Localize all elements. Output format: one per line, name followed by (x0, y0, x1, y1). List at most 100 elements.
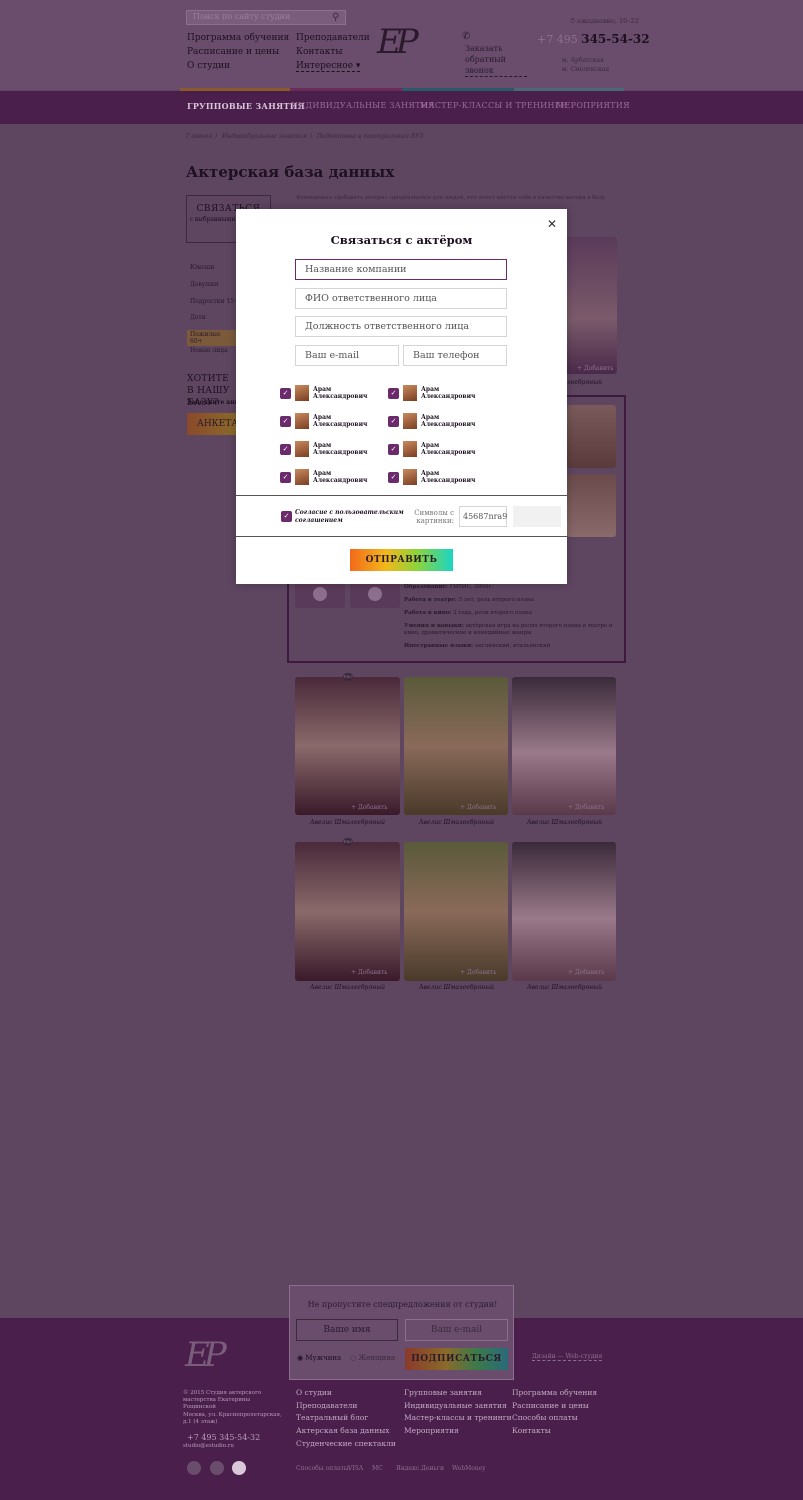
add-button[interactable]: + Добавить (568, 804, 605, 811)
add-button[interactable]: + Добавить (351, 969, 388, 976)
add-button[interactable]: + Добавить (460, 804, 497, 811)
facebook-icon[interactable] (210, 1461, 224, 1475)
actor-caption: Авелис Шмалеебряный (309, 819, 386, 826)
anketa-button[interactable]: АНКЕТА (187, 413, 238, 435)
footer-link[interactable]: О студии (296, 1388, 332, 1397)
footer-email[interactable]: studio@estudio.ru (183, 1443, 234, 1450)
selected-actor-item[interactable]: ✓ Арам Александрович (280, 413, 380, 431)
actor-photo[interactable] (512, 677, 616, 815)
add-button[interactable]: + Добавить (577, 365, 614, 372)
nav-link-schedule[interactable]: Расписание и цены (187, 47, 279, 57)
fio-input[interactable]: ФИО ответственного лица (295, 288, 507, 309)
send-button[interactable]: ОТПРАВИТЬ (350, 549, 453, 571)
gender-male-radio[interactable]: ◉ Мужчина (297, 1354, 341, 1362)
footer-link[interactable]: Театральный блог (296, 1413, 368, 1422)
category-item[interactable]: Дети (190, 314, 206, 321)
selected-actor-item[interactable]: ✓ Арам Александрович (388, 469, 488, 487)
captcha-label: Символы с картинки: (414, 509, 454, 525)
selected-actor-item[interactable]: ✓ Арам Александрович (280, 385, 380, 403)
captcha-input[interactable]: 45687nra9 (459, 506, 507, 527)
actor-thumb[interactable] (567, 405, 616, 468)
selected-actor-item[interactable]: ✓ Арам Александрович (388, 441, 488, 459)
category-item[interactable]: Подростки 15+ (190, 298, 239, 305)
contact-actor-modal: Связаться с актёром ✕ Название компании … (236, 209, 567, 584)
footer-link[interactable]: Контакты (512, 1426, 551, 1435)
add-button[interactable]: + Добавить (460, 969, 497, 976)
search-input[interactable]: Поиск по сайту студии (186, 10, 346, 25)
position-input[interactable]: Должность ответственного лица (295, 316, 507, 337)
add-button[interactable]: + Добавить (351, 804, 388, 811)
agree-label[interactable]: Согласие с пользовательским соглашением (295, 509, 405, 525)
actor-photo[interactable] (295, 677, 400, 815)
footer-link[interactable]: Способы оплаты (512, 1413, 578, 1422)
search-icon[interactable]: ⚲ (332, 12, 339, 23)
footer-link[interactable]: Групповые занятия (404, 1388, 482, 1397)
tab-events[interactable]: МЕРОПРИЯТИЯ (556, 101, 630, 110)
actor-checkbox[interactable]: ✓ (280, 472, 291, 483)
nav-link-interesting[interactable]: Интересное ▾ (296, 61, 361, 72)
category-item-active[interactable]: Пожилые 60+ (187, 330, 237, 346)
subscribe-email-input[interactable]: Ваш e-mail (405, 1319, 508, 1341)
close-icon[interactable]: ✕ (547, 217, 557, 231)
selected-actor-item[interactable]: ✓ Арам Александрович (280, 469, 380, 487)
intro-text: Функционал «добавить актера» предназначе… (296, 195, 605, 201)
footer-link[interactable]: Программа обучения (512, 1388, 597, 1397)
nav-link-contacts[interactable]: Контакты (296, 47, 343, 57)
agree-checkbox[interactable]: ✓ (281, 511, 292, 522)
subscribe-name-input[interactable]: Ваше имя (296, 1319, 398, 1341)
actor-caption: Авелис Шмалеебряный (418, 984, 495, 991)
footer-logo[interactable]: EP (185, 1335, 227, 1375)
nav-link-program[interactable]: Программа обучения (187, 33, 289, 43)
email-input[interactable]: Ваш e-mail (295, 345, 399, 366)
phone-number: +7 495 345-54-32 (537, 32, 650, 46)
tab-group[interactable]: ГРУППОВЫЕ ЗАНЯТИЯ (187, 101, 305, 111)
footer-link[interactable]: Расписание и цены (512, 1401, 589, 1410)
actor-checkbox[interactable]: ✓ (280, 444, 291, 455)
footer-link[interactable]: Актерская база данных (296, 1426, 389, 1435)
category-item[interactable]: Новые лица (190, 347, 228, 354)
footer-link[interactable]: Студенческие спектакли (296, 1439, 396, 1448)
subscribe-button[interactable]: ПОДПИСАТЬСЯ (405, 1348, 508, 1370)
avatar (295, 441, 309, 457)
actor-checkbox[interactable]: ✓ (388, 472, 399, 483)
video-thumb[interactable] (295, 580, 345, 608)
actor-info-line: Работа в кино: 2 года, роли второго план… (404, 610, 533, 616)
actor-checkbox[interactable]: ✓ (280, 416, 291, 427)
nav-link-about[interactable]: О студии (187, 61, 230, 71)
phone-input[interactable]: Ваш телефон (403, 345, 507, 366)
nav-link-teachers[interactable]: Преподаватели (296, 33, 370, 43)
callback-link[interactable]: Заказать обратный звонок (465, 43, 527, 77)
made-by-link[interactable]: Дизайн — Web-студия (532, 1353, 603, 1361)
footer-link[interactable]: Мероприятия (404, 1426, 459, 1435)
pay-label: Способы оплаты: (296, 1465, 351, 1472)
tab-individual[interactable]: ИНДИВИДУАЛЬНЫЕ ЗАНЯТИЯ (291, 101, 435, 110)
actor-checkbox[interactable]: ✓ (388, 416, 399, 427)
footer-link[interactable]: Преподаватели (296, 1401, 357, 1410)
category-item[interactable]: Юноши (190, 264, 214, 271)
actor-thumb[interactable] (567, 474, 616, 537)
tab-masterclass[interactable]: МАСТЕР-КЛАССЫ И ТРЕНИНГИ (420, 101, 568, 110)
working-hours: ⏱ ежедневно, 10–22 (570, 17, 639, 25)
actor-photo[interactable] (404, 842, 508, 981)
pro-badge: PRO (343, 673, 353, 681)
actor-checkbox[interactable]: ✓ (388, 444, 399, 455)
vk-icon[interactable] (187, 1461, 201, 1475)
footer-link[interactable]: Мастер-классы и тренинги (404, 1413, 512, 1422)
actor-photo[interactable] (295, 842, 400, 981)
actor-checkbox[interactable]: ✓ (388, 388, 399, 399)
actor-checkbox[interactable]: ✓ (280, 388, 291, 399)
video-thumb[interactable] (350, 580, 400, 608)
gender-female-radio[interactable]: ○ Женщина (350, 1354, 395, 1362)
selected-actor-item[interactable]: ✓ Арам Александрович (388, 413, 488, 431)
logo[interactable]: EP (377, 22, 427, 77)
footer-link[interactable]: Индивидуальные занятия (404, 1401, 507, 1410)
category-item[interactable]: Девушки (190, 281, 219, 288)
actor-photo[interactable] (404, 677, 508, 815)
twitter-icon[interactable] (232, 1461, 246, 1475)
selected-actor-item[interactable]: ✓ Арам Александрович (388, 385, 488, 403)
breadcrumb[interactable]: Главная 〉 Индивидуальные занятия 〉 Подго… (186, 131, 423, 140)
actor-photo[interactable] (512, 842, 616, 981)
selected-actor-item[interactable]: ✓ Арам Александрович (280, 441, 380, 459)
company-input[interactable]: Название компании (295, 259, 507, 280)
add-button[interactable]: + Добавить (568, 969, 605, 976)
